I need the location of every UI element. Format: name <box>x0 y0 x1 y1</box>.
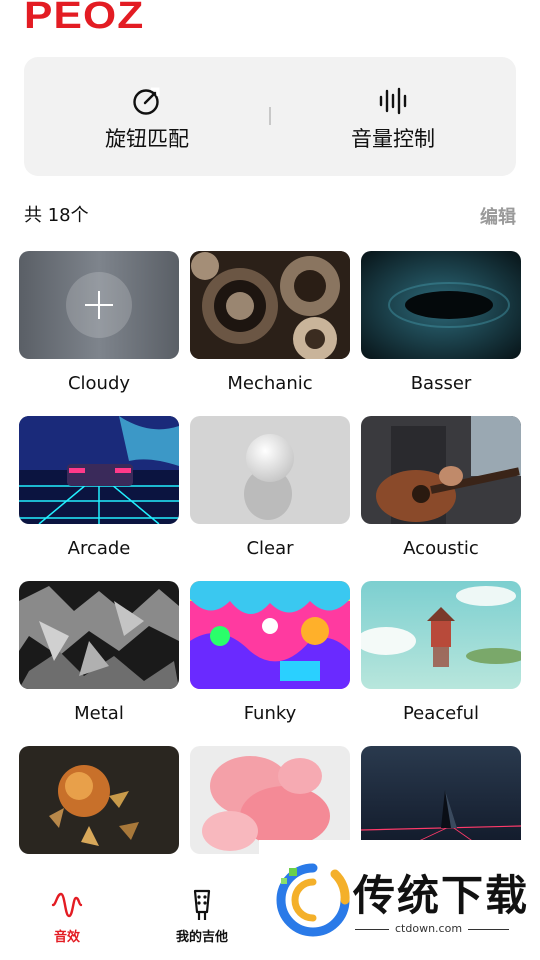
knob-icon <box>133 87 160 115</box>
watermark-logo-icon <box>276 863 350 937</box>
edit-button[interactable]: 编辑 <box>480 203 516 229</box>
knob-match-label: 旋钮匹配 <box>105 127 189 151</box>
preset-name: Metal <box>74 703 124 724</box>
app-logo: PEOZ <box>24 0 145 37</box>
preset-card-10[interactable] <box>19 746 179 854</box>
preset-thumb <box>190 746 350 854</box>
preset-card-metal[interactable]: Metal <box>19 581 179 724</box>
watermark-title: 传统下载 <box>353 871 530 920</box>
add-icon[interactable] <box>66 272 132 338</box>
preset-thumb <box>190 581 350 689</box>
preset-count: 共 18个 <box>24 205 89 226</box>
preset-name: Basser <box>410 373 472 394</box>
preset-thumb <box>190 251 350 359</box>
preset-thumb <box>361 251 521 359</box>
preset-card-mechanic[interactable]: Mechanic <box>190 251 350 394</box>
tab-my-guitar[interactable]: 我的吉他 <box>147 888 257 945</box>
preset-thumb <box>361 581 521 689</box>
preset-card-12[interactable] <box>361 746 521 854</box>
knob-match-button[interactable]: 旋钮匹配 <box>24 57 270 176</box>
preset-card-funky[interactable]: Funky <box>190 581 350 724</box>
preset-card-peaceful[interactable]: Peaceful <box>361 581 521 724</box>
preset-name: Funky <box>243 703 297 724</box>
guitar-head-icon <box>193 889 211 920</box>
preset-thumb <box>19 416 179 524</box>
preset-card-arcade[interactable]: Arcade <box>19 416 179 559</box>
volume-control-label: 音量控制 <box>351 127 435 151</box>
watermark-overlay: 传统下载 ctdown.com <box>259 840 540 960</box>
preset-card-11[interactable] <box>190 746 350 854</box>
preset-card-cloudy[interactable]: Cloudy <box>19 251 179 394</box>
preset-card-acoustic[interactable]: Acoustic <box>361 416 521 559</box>
preset-thumb <box>361 746 521 854</box>
tab-effects[interactable]: 音效 <box>12 888 122 945</box>
preset-name: Cloudy <box>67 373 131 394</box>
watermark-url: ctdown.com <box>389 922 469 935</box>
preset-name: Acoustic <box>403 538 479 559</box>
preset-thumb <box>190 416 350 524</box>
preset-card-basser[interactable]: Basser <box>361 251 521 394</box>
tool-panel: 旋钮匹配 音量控制 <box>24 57 516 176</box>
sound-wave-icon <box>379 87 407 115</box>
preset-thumb <box>19 581 179 689</box>
tab-effects-label: 音效 <box>53 930 80 945</box>
preset-thumb <box>19 251 179 359</box>
preset-name: Clear <box>246 538 294 559</box>
preset-thumb <box>361 416 521 524</box>
preset-name: Arcade <box>67 538 131 559</box>
wave-icon <box>51 892 83 918</box>
preset-name: Mechanic <box>227 373 313 394</box>
tab-my-guitar-label: 我的吉他 <box>175 930 228 945</box>
volume-control-button[interactable]: 音量控制 <box>270 57 516 176</box>
preset-name: Peaceful <box>402 703 480 724</box>
preset-thumb <box>19 746 179 854</box>
preset-card-clear[interactable]: Clear <box>190 416 350 559</box>
